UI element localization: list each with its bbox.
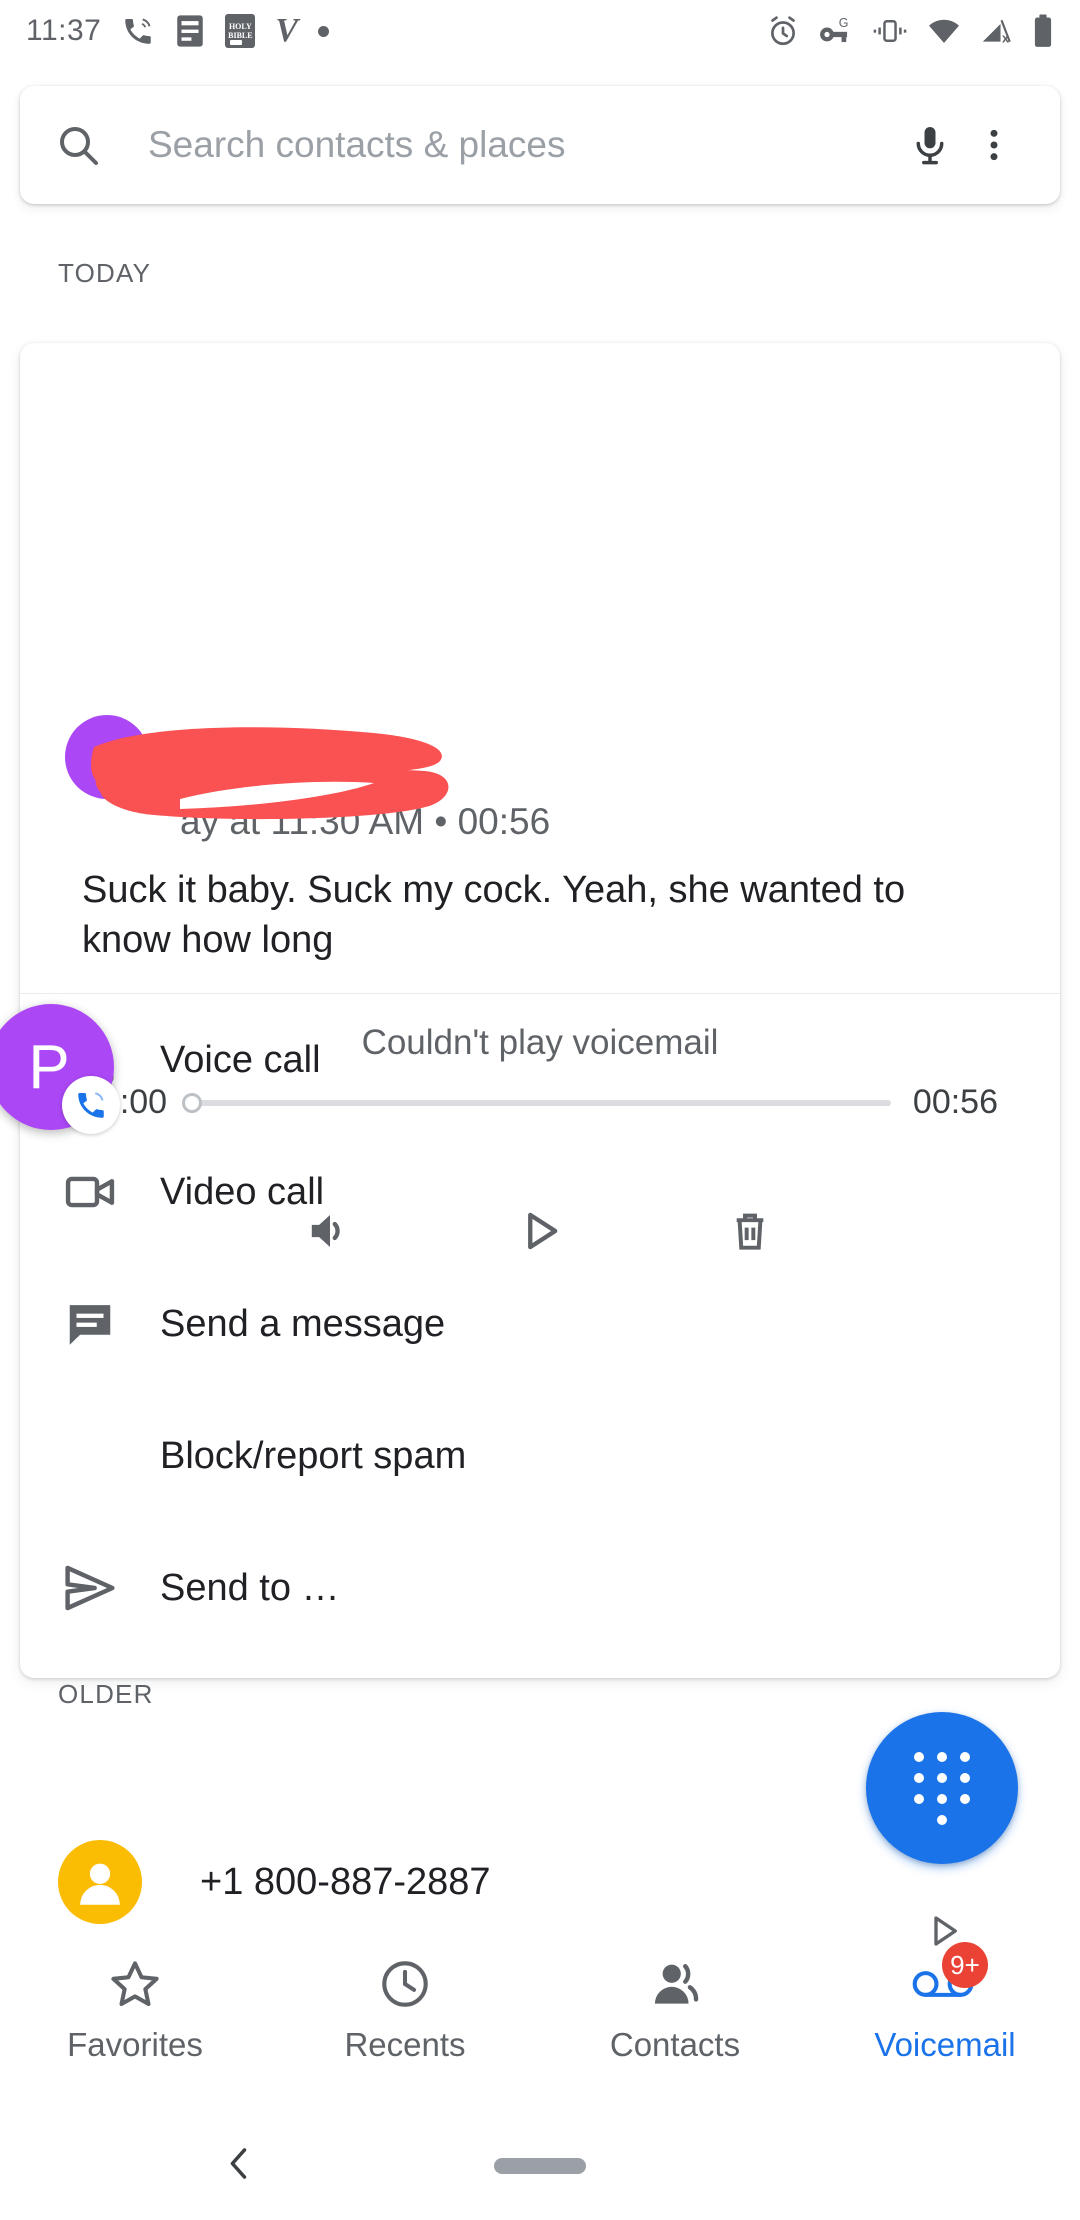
play-icon-overlay	[922, 1908, 964, 1959]
bible-icon-line2: BIBLE	[228, 31, 253, 40]
nav-label: Voicemail	[874, 2026, 1016, 2063]
more-vert-icon[interactable]	[962, 123, 1026, 167]
contacts-icon	[647, 1956, 703, 2012]
action-label: Send to …	[160, 1566, 340, 1609]
notes-icon	[175, 14, 205, 48]
missed-call-icon	[121, 14, 155, 48]
voicemail-card[interactable]: ay at 11:30 AM • 00:56 Suck it baby. Suc…	[20, 343, 1060, 1678]
action-label: Send a message	[160, 1302, 446, 1345]
back-chevron-icon[interactable]	[222, 2142, 256, 2191]
dialpad-fab[interactable]	[866, 1712, 1018, 1864]
person-icon	[58, 1840, 142, 1924]
nav-tab-favorites[interactable]: Favorites	[0, 1956, 270, 2064]
action-voice-call[interactable]: Voice call	[20, 994, 1060, 1126]
alarm-icon	[766, 14, 800, 48]
star-icon	[108, 1956, 162, 2012]
contact-avatar	[65, 715, 149, 799]
search-input[interactable]: Search contacts & places	[148, 124, 898, 166]
status-bar: 11:37 HOLY BIBLE V G x	[0, 0, 1080, 62]
search-icon	[54, 121, 102, 169]
older-call-number: +1 800-887-2887	[200, 1860, 491, 1903]
search-bar[interactable]: Search contacts & places	[20, 86, 1060, 204]
voicemail-timestamp: ay at 11:30 AM • 00:56	[180, 801, 551, 842]
home-pill[interactable]	[494, 2158, 586, 2174]
svg-text:G: G	[839, 16, 849, 30]
status-bar-left: 11:37 HOLY BIBLE V	[26, 12, 330, 49]
action-block-report-spam[interactable]: Block/report spam	[20, 1390, 1060, 1522]
action-label: Voice call	[160, 1038, 321, 1081]
voicemail-action-menu: Voice call Video call Send a message Blo…	[20, 994, 1060, 1654]
section-header-today: TODAY	[58, 258, 152, 288]
battery-icon	[1032, 13, 1054, 49]
voicemail-icon: 9+	[912, 1942, 988, 2012]
nav-tab-voicemail[interactable]: 9+ Voicemail	[810, 1942, 1080, 2064]
clock-icon	[378, 1956, 432, 2012]
system-navigation-bar	[0, 2112, 1080, 2220]
nav-label: Contacts	[609, 2026, 741, 2063]
action-send-message[interactable]: Send a message	[20, 1258, 1060, 1390]
message-icon	[20, 1297, 160, 1351]
no-signal-icon: x	[980, 14, 1014, 48]
voicemail-transcript: Suck it baby. Suck my cock. Yeah, she wa…	[82, 869, 906, 961]
nav-label: Recents	[344, 2026, 466, 2063]
bottom-navigation: Favorites Recents Contacts 9+ Voicemail	[0, 1942, 1080, 2112]
microphone-icon[interactable]	[898, 123, 962, 167]
video-camera-icon	[20, 1164, 160, 1220]
vibrate-icon	[872, 14, 908, 48]
vpn-key-icon: G	[818, 14, 854, 48]
action-video-call[interactable]: Video call	[20, 1126, 1060, 1258]
status-clock: 11:37	[26, 14, 102, 47]
wifi-icon	[926, 14, 962, 48]
dot-icon	[318, 25, 330, 37]
action-label: Video call	[160, 1170, 325, 1213]
nav-label: Favorites	[67, 2026, 203, 2063]
floating-call-bubble[interactable]: P	[0, 1004, 120, 1134]
voicemail-detail: ay at 11:30 AM • 00:56 Suck it baby. Suc…	[20, 343, 1060, 1250]
send-icon	[20, 1560, 160, 1616]
svg-text:x: x	[1002, 30, 1009, 45]
nav-tab-contacts[interactable]: Contacts	[540, 1956, 810, 2064]
status-bar-right: G x	[766, 13, 1054, 49]
older-call-row[interactable]: +1 800-887-2887	[58, 1840, 491, 1924]
nav-tab-recents[interactable]: Recents	[270, 1956, 540, 2064]
bible-app-icon: HOLY BIBLE	[225, 14, 256, 48]
phone-screen: 11:37 HOLY BIBLE V G x Search contacts &…	[0, 0, 1080, 2220]
active-call-icon	[62, 1076, 120, 1134]
section-header-older: OLDER	[58, 1679, 154, 1709]
bible-icon-line1: HOLY	[228, 22, 252, 31]
venmo-icon: V	[275, 12, 299, 49]
action-send-to[interactable]: Send to …	[20, 1522, 1060, 1654]
action-label: Block/report spam	[160, 1434, 467, 1477]
dialpad-icon	[913, 1751, 971, 1825]
call-bubble-initial: P	[28, 1032, 70, 1102]
